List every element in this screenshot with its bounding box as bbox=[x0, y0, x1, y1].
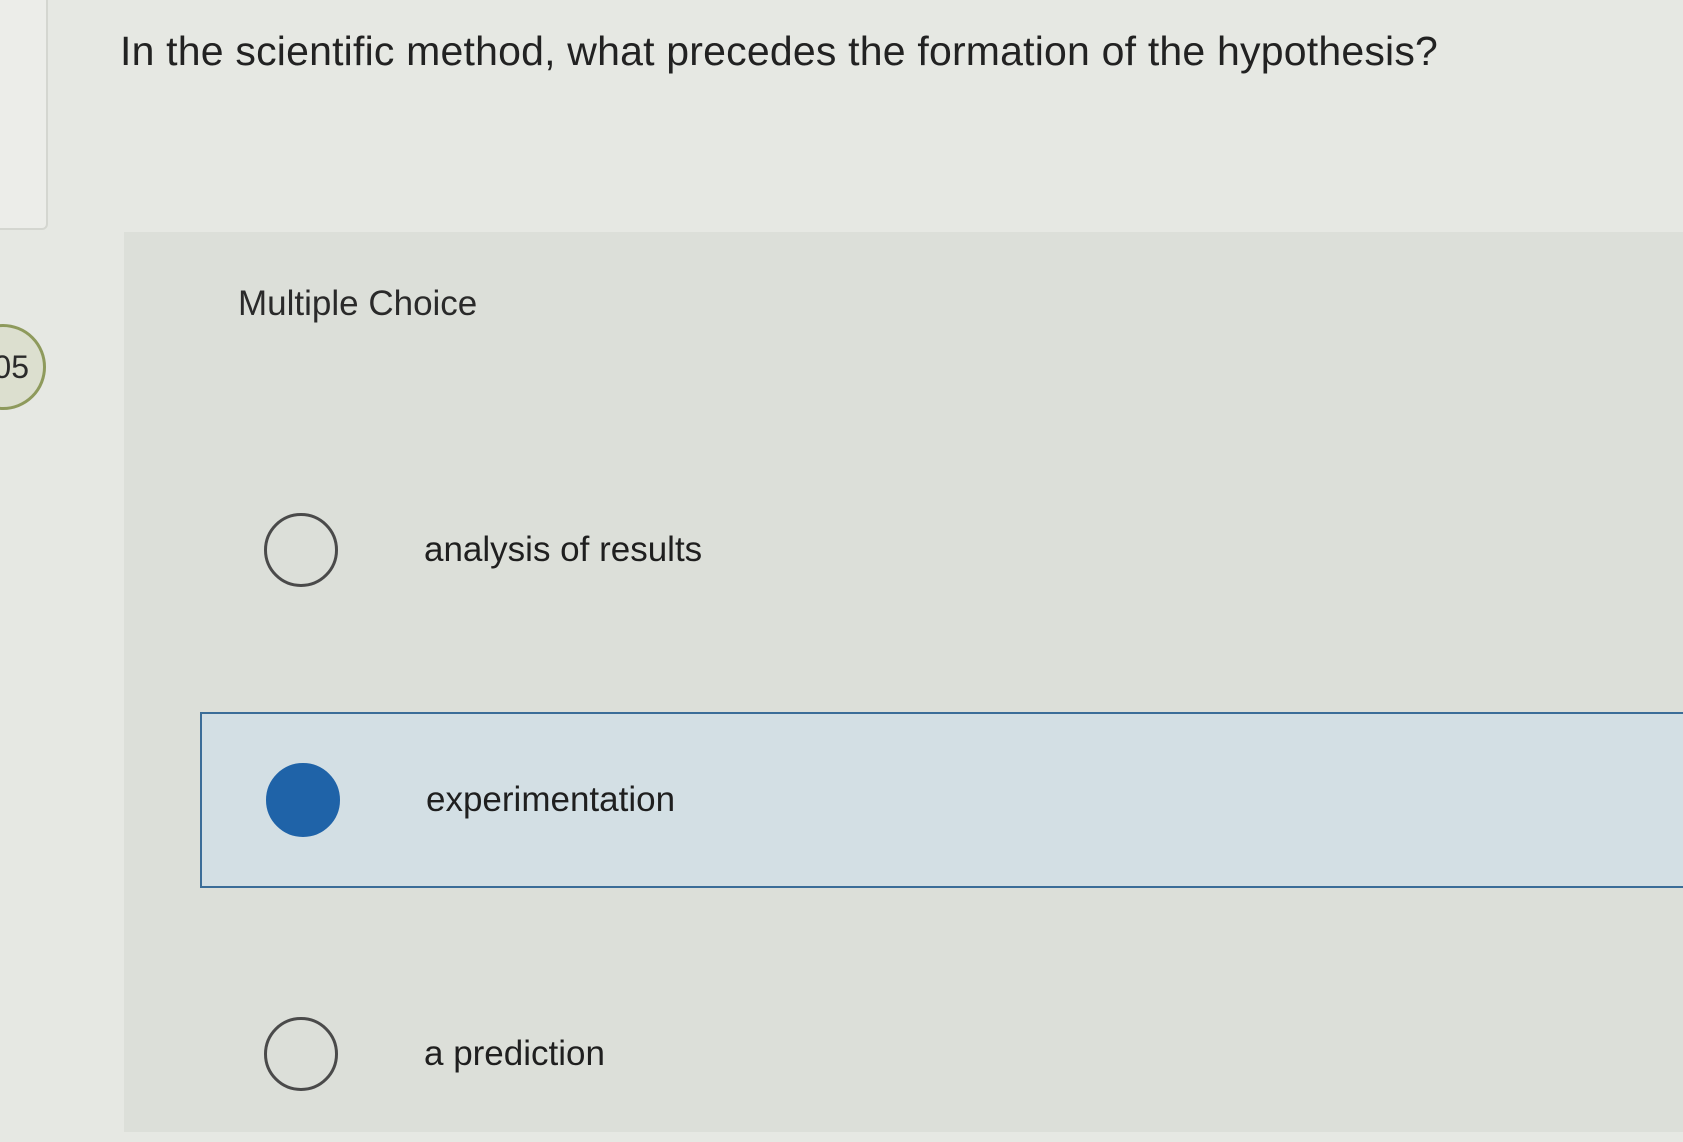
choice-label: analysis of results bbox=[424, 530, 703, 569]
question-number-text: 05 bbox=[0, 349, 29, 385]
choice-option-2[interactable]: experimentation bbox=[200, 712, 1683, 888]
question-prompt: In the scientific method, what precedes … bbox=[120, 28, 1439, 74]
choice-label: experimentation bbox=[426, 780, 676, 819]
choice-option-3[interactable]: a prediction bbox=[200, 966, 1683, 1142]
radio-button-unchecked-icon[interactable] bbox=[264, 1017, 338, 1091]
choice-option-1[interactable]: analysis of results bbox=[200, 462, 1683, 638]
question-number-badge[interactable]: 05 bbox=[0, 324, 46, 410]
radio-button-checked-icon[interactable] bbox=[266, 763, 340, 837]
multiple-choice-label: Multiple Choice bbox=[238, 284, 478, 323]
radio-button-unchecked-icon[interactable] bbox=[264, 513, 338, 587]
choice-label: a prediction bbox=[424, 1034, 605, 1073]
side-card bbox=[0, 0, 48, 230]
